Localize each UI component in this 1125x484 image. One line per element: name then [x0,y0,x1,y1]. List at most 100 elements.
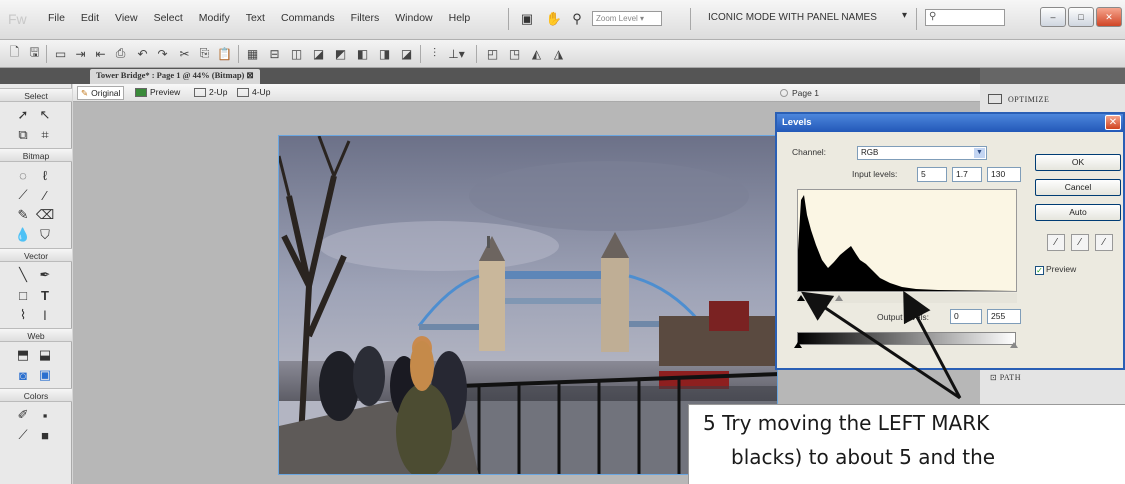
path-panel-tab[interactable]: ⊡ PATH [990,373,1021,382]
line-tool-icon[interactable]: ╲ [14,266,32,284]
auto-button[interactable]: Auto [1035,204,1121,221]
tab-original[interactable]: ✎ Original [77,86,125,100]
workspace-switcher[interactable]: ICONIC MODE WITH PANEL NAMES [708,12,877,23]
bring-front-icon[interactable]: ◩ [332,45,349,62]
group-icon[interactable]: ▦ [244,45,261,62]
slice-tool-icon[interactable]: ⬓ [36,346,54,364]
open-icon[interactable]: ▭ [52,45,69,62]
search-input[interactable]: ⚲ [925,9,1005,26]
zoom-tool-icon[interactable]: ⚲ [568,10,586,28]
flip-horizontal-icon[interactable]: ◭ [528,45,545,62]
hotspot-tool-icon[interactable]: ⬒ [14,346,32,364]
show-slices-icon[interactable]: ▣ [36,366,54,384]
redo-icon[interactable]: ↷ [154,45,171,62]
crop-tool-icon[interactable]: ⌗ [36,126,54,144]
send-backward-icon[interactable]: ◨ [376,45,393,62]
input-levels-slider[interactable] [797,293,1017,303]
channel-select[interactable]: RGB ▼ [857,146,987,160]
export-icon[interactable]: ⇤ [92,45,109,62]
output-black-handle[interactable] [794,342,802,348]
document-tab[interactable]: Tower Bridge* : Page 1 @ 44% (Bitmap) ⊠ [90,69,260,84]
join-icon[interactable]: ◫ [288,45,305,62]
zoom-level-select[interactable]: Zoom Level ▾ [592,11,662,26]
bring-forward-icon[interactable]: ◧ [354,45,371,62]
default-colors-icon[interactable]: ■ [36,426,54,444]
magic-wand-tool-icon[interactable]: ⟋ [14,186,32,204]
tab-preview[interactable]: Preview [135,87,180,97]
rubber-stamp-tool-icon[interactable]: ⛉ [36,226,54,244]
scale-tool-icon[interactable]: ⧉ [14,126,32,144]
input-white-field[interactable]: 130 [987,167,1021,182]
black-point-handle[interactable] [797,295,805,301]
optimize-panel-tab[interactable]: OPTIMIZE [988,94,1049,104]
input-black-field[interactable]: 5 [917,167,947,182]
gray-eyedropper-icon[interactable]: ⁄ [1071,234,1089,251]
screen-mode-icon[interactable]: ▣ [518,10,536,28]
rotate-right-icon[interactable]: ◳ [506,45,523,62]
save-icon[interactable]: 🖫 [26,45,43,62]
blur-tool-icon[interactable]: 💧 [14,226,32,244]
minimize-button[interactable]: – [1040,7,1066,27]
stroke-color-icon[interactable]: ✐ [14,406,32,424]
menu-select[interactable]: Select [146,12,191,24]
ungroup-icon[interactable]: ⊟ [266,45,283,62]
output-white-handle[interactable] [1010,342,1018,348]
preview-checkbox[interactable]: ✓ Preview [1035,264,1076,275]
gamma-handle[interactable] [835,295,843,301]
align-dropdown-icon[interactable]: ⊥▾ [448,45,465,62]
cut-icon[interactable]: ✂ [176,45,193,62]
menu-filters[interactable]: Filters [343,12,388,24]
freeform-tool-icon[interactable]: ⌇ [14,306,32,324]
page-selector[interactable]: Page 1 [780,88,819,98]
eraser-tool-icon[interactable]: ⌫ [36,206,54,224]
send-back-icon[interactable]: ◪ [398,45,415,62]
rectangle-tool-icon[interactable]: □ [14,286,32,304]
knife-tool-icon[interactable]: ǀ [36,306,54,324]
chevron-down-icon[interactable]: ▾ [902,10,907,21]
subselect-tool-icon[interactable]: ↖ [36,106,54,124]
tab-2-up[interactable]: 2-Up [194,87,227,97]
flip-vertical-icon[interactable]: ◮ [550,45,567,62]
new-file-icon[interactable]: 🗋 [6,45,23,62]
menu-modify[interactable]: Modify [191,12,238,24]
output-white-field[interactable]: 255 [987,309,1021,324]
menu-window[interactable]: Window [387,12,440,24]
ok-button[interactable]: OK [1035,154,1121,171]
white-point-handle[interactable] [904,295,912,301]
paste-icon[interactable]: 📋 [216,45,233,62]
undo-icon[interactable]: ↶ [134,45,151,62]
marquee-tool-icon[interactable]: ◌ [14,166,32,184]
menu-bar: Fw File Edit View Select Modify Text Com… [0,0,1125,40]
import-icon[interactable]: ⇥ [72,45,89,62]
copy-icon[interactable]: ⎘ [196,45,213,62]
hide-slices-icon[interactable]: ◙ [14,366,32,384]
close-icon[interactable]: ✕ [1105,115,1121,130]
fill-color-icon[interactable]: ▪ [36,406,54,424]
menu-commands[interactable]: Commands [273,12,343,24]
hand-tool-icon[interactable]: ✋ [545,10,563,28]
menu-file[interactable]: File [40,12,73,24]
cancel-button[interactable]: Cancel [1035,179,1121,196]
menu-edit[interactable]: Edit [73,12,107,24]
text-tool-icon[interactable]: T [36,286,54,304]
swap-colors-icon[interactable]: ⟋ [14,426,32,444]
align-icon[interactable]: ⫶ [426,45,443,62]
close-button[interactable]: ✕ [1096,7,1122,27]
white-eyedropper-icon[interactable]: ⁄ [1095,234,1113,251]
menu-text[interactable]: Text [238,12,273,24]
rotate-left-icon[interactable]: ◰ [484,45,501,62]
pointer-tool-icon[interactable]: ➚ [14,106,32,124]
lasso-tool-icon[interactable]: ℓ [36,166,54,184]
tab-4-up[interactable]: 4-Up [237,87,270,97]
black-eyedropper-icon[interactable]: ⁄ [1047,234,1065,251]
input-gamma-field[interactable]: 1.7 [952,167,982,182]
brush-tool-icon[interactable]: ⁄ [36,186,54,204]
split-icon[interactable]: ◪ [310,45,327,62]
maximize-button[interactable]: □ [1068,7,1094,27]
output-black-field[interactable]: 0 [950,309,982,324]
menu-help[interactable]: Help [441,12,479,24]
pen-tool-icon[interactable]: ✒ [36,266,54,284]
print-icon[interactable]: ⎙ [112,45,129,62]
pencil-tool-icon[interactable]: ✎ [14,206,32,224]
menu-view[interactable]: View [107,12,146,24]
